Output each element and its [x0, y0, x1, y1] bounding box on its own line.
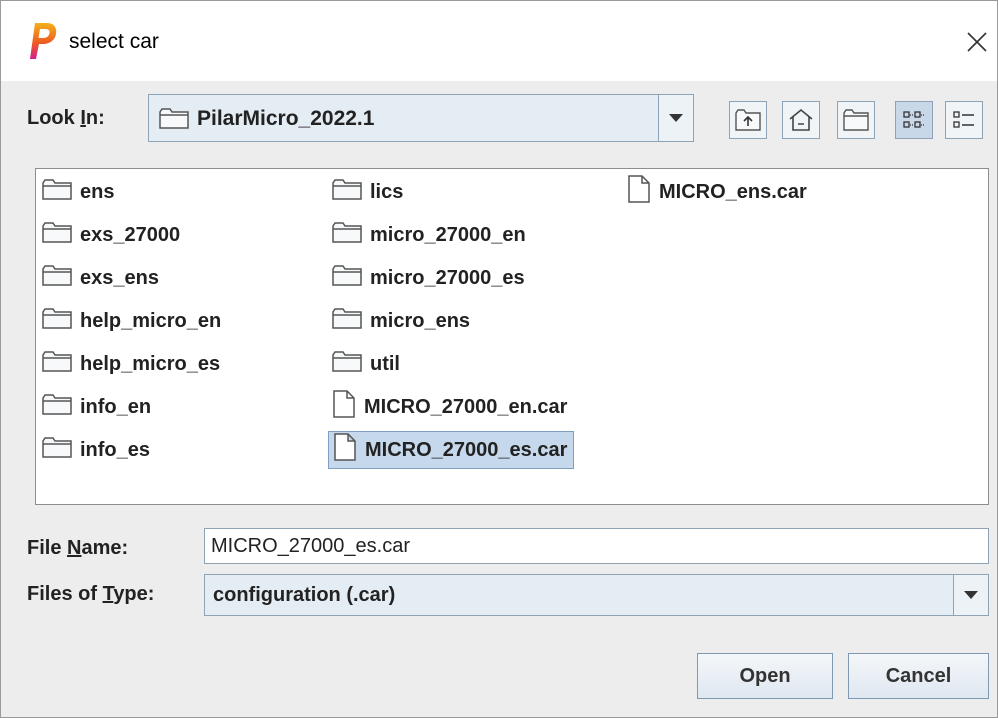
file-icon — [332, 390, 356, 424]
item-label: help_micro_es — [80, 352, 221, 375]
window-title: select car — [69, 30, 159, 53]
file-icon — [627, 175, 651, 209]
folder-icon — [42, 307, 72, 335]
chevron-down-icon — [669, 114, 683, 122]
folder-item[interactable]: help_micro_es — [38, 345, 226, 383]
folder-icon — [42, 221, 72, 249]
folder-icon — [332, 178, 362, 206]
folder-icon — [42, 393, 72, 421]
item-label: MICRO_27000_es.car — [365, 438, 568, 461]
item-label: micro_ens — [370, 309, 471, 332]
folder-item[interactable]: exs_27000 — [38, 216, 186, 254]
list-view-icon — [903, 111, 924, 128]
item-label: util — [370, 352, 400, 375]
folder-icon — [42, 264, 72, 292]
folder-icon — [42, 178, 72, 206]
chevron-down-icon — [964, 591, 978, 599]
file-item[interactable]: MICRO_27000_es.car — [328, 431, 575, 469]
folder-item[interactable]: micro_27000_en — [328, 216, 532, 254]
item-label: exs_27000 — [80, 223, 181, 246]
file-item[interactable]: MICRO_27000_en.car — [328, 388, 573, 426]
item-label: MICRO_ens.car — [659, 180, 807, 203]
pilar-p-icon — [30, 23, 57, 59]
up-one-level-icon — [735, 109, 761, 131]
folder-item[interactable]: info_en — [38, 388, 157, 426]
folder-icon — [332, 307, 362, 335]
file-item[interactable]: MICRO_ens.car — [623, 173, 813, 211]
item-label: micro_27000_es — [370, 266, 525, 289]
folder-item[interactable]: lics — [328, 173, 409, 211]
details-view-icon — [953, 111, 974, 128]
file-icon — [333, 433, 357, 467]
home-icon — [789, 108, 813, 131]
files-of-type-label: Files of Type: — [27, 583, 155, 605]
details-view-button[interactable] — [945, 101, 983, 139]
folder-icon — [42, 436, 72, 464]
item-label: MICRO_27000_en.car — [364, 395, 568, 418]
item-label: micro_27000_en — [370, 223, 526, 246]
files-of-type-dropdown-button[interactable] — [953, 575, 988, 615]
new-folder-button[interactable] — [837, 101, 875, 139]
title-bar: select car — [1, 1, 997, 81]
folder-icon — [332, 350, 362, 378]
look-in-label: Look In: — [27, 107, 105, 129]
item-label: info_en — [80, 395, 152, 418]
item-label: exs_ens — [80, 266, 159, 289]
cancel-button[interactable]: Cancel — [848, 653, 989, 699]
files-of-type-combo[interactable]: configuration (.car) — [204, 574, 989, 616]
item-label: ens — [80, 180, 115, 203]
item-label: lics — [370, 180, 404, 203]
folder-icon — [42, 350, 72, 378]
item-label: help_micro_en — [80, 309, 222, 332]
up-one-level-button[interactable] — [729, 101, 767, 139]
home-button[interactable] — [782, 101, 820, 139]
look-in-dropdown-button[interactable] — [658, 95, 693, 141]
file-name-input[interactable] — [204, 528, 989, 564]
folder-item[interactable]: ens — [38, 173, 120, 211]
folder-item[interactable]: micro_ens — [328, 302, 476, 340]
folder-icon — [332, 264, 362, 292]
folder-item[interactable]: help_micro_en — [38, 302, 227, 340]
folder-item[interactable]: micro_27000_es — [328, 259, 531, 297]
file-list[interactable]: ens exs_27000 exs_ens help_micro_en help_mic… — [35, 168, 989, 505]
folder-icon — [332, 221, 362, 249]
new-folder-icon — [843, 109, 869, 131]
folder-item[interactable]: info_es — [38, 431, 156, 469]
close-button[interactable] — [957, 19, 997, 65]
open-button[interactable]: Open — [697, 653, 833, 699]
item-label: info_es — [80, 438, 151, 461]
list-view-button[interactable] — [895, 101, 933, 139]
folder-item[interactable]: exs_ens — [38, 259, 165, 297]
file-name-label: File Name: — [27, 537, 129, 559]
files-of-type-value: configuration (.car) — [213, 584, 396, 606]
close-icon — [967, 32, 987, 52]
folder-item[interactable]: util — [328, 345, 406, 383]
folder-icon — [159, 108, 189, 129]
file-chooser-dialog: select car Look In: PilarMicro_2022.1 en… — [0, 0, 998, 718]
look-in-value: PilarMicro_2022.1 — [197, 107, 375, 130]
look-in-combo[interactable]: PilarMicro_2022.1 — [148, 94, 694, 142]
